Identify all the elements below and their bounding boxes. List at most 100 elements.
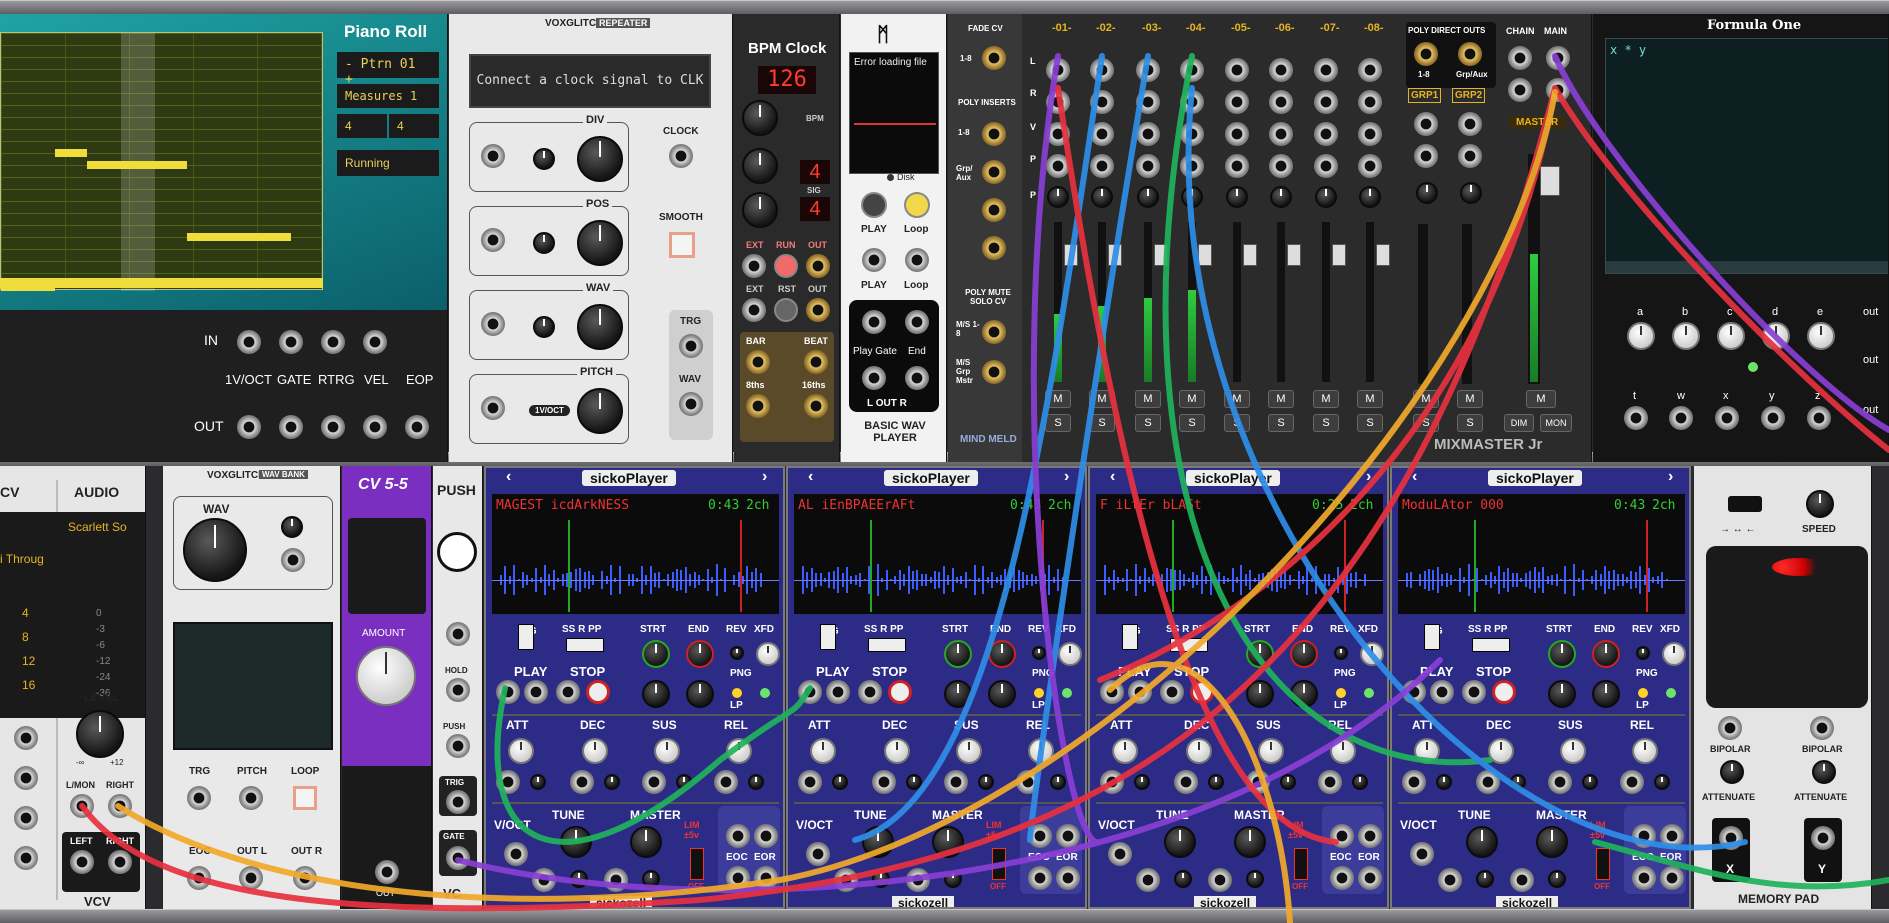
loop-knob-1[interactable] [686,680,714,708]
att-knob-4[interactable] [1414,738,1440,764]
ch6-jack-3[interactable] [1269,122,1293,146]
rel-knob-1[interactable] [726,738,752,764]
tune-knob-1[interactable] [560,826,592,858]
cv-jack-1[interactable] [14,726,38,750]
insert-grp-return-jack[interactable] [982,236,1006,260]
channel-label-3[interactable]: -03- [1142,22,1162,34]
ch7-jack-2[interactable] [1314,90,1338,114]
gate-out-jack[interactable] [446,846,470,870]
xfd-knob-1[interactable] [756,642,780,666]
play-jack-3[interactable] [1100,680,1124,704]
tune-atten-knob-2[interactable] [872,870,890,888]
eor-jack-2[interactable] [1056,866,1080,890]
sus-cv-jack-3[interactable] [1246,770,1270,794]
voct-jack-1[interactable] [504,842,528,866]
lp-led-1[interactable] [732,688,742,698]
sus-cv-knob-2[interactable] [978,774,994,790]
chain-l-jack[interactable] [1508,46,1532,70]
out-rtrg-jack[interactable] [321,415,345,439]
att-knob-1[interactable] [508,738,534,764]
master-knob-4[interactable] [1536,826,1568,858]
chain-r-jack[interactable] [1508,78,1532,102]
run-out-jack[interactable] [806,254,830,278]
fade-cv-jack[interactable] [982,46,1006,70]
beat-jack[interactable] [804,350,828,374]
att-cv-jack-3[interactable] [1100,770,1124,794]
png-led-1[interactable] [760,688,770,698]
ch1-pan-knob[interactable] [1047,186,1069,208]
sus-cv-knob-4[interactable] [1582,774,1598,790]
trig-out-jack[interactable] [446,790,470,814]
time-sig-a[interactable]: 4 [337,114,387,138]
ch3-jack-3[interactable] [1136,122,1160,146]
out-l-jack-4[interactable] [1632,824,1656,848]
play-jack-2[interactable] [798,680,822,704]
grp2-solo-button[interactable]: S [1457,414,1483,432]
ch7-solo-button[interactable]: S [1313,414,1339,432]
rel-cv-knob-2[interactable] [1050,774,1066,790]
rev-button-3[interactable] [1334,646,1348,660]
next-file-icon-2[interactable]: › [1064,468,1069,486]
tune-cv-jack-3[interactable] [1136,868,1160,892]
ch6-solo-button[interactable]: S [1268,414,1294,432]
dec-cv-jack-2[interactable] [872,770,896,794]
voct-jack-4[interactable] [1410,842,1434,866]
ss-switch-2[interactable] [868,638,906,652]
stop-jack-2[interactable] [858,680,882,704]
ss-switch-4[interactable] [1472,638,1510,652]
rel-cv-knob-1[interactable] [748,774,764,790]
att-cv-jack-2[interactable] [798,770,822,794]
att-cv-jack-4[interactable] [1402,770,1426,794]
sus-knob-4[interactable] [1560,738,1586,764]
att-knob-2[interactable] [810,738,836,764]
grp2-pan-knob[interactable] [1460,182,1482,204]
prev-file-icon-2[interactable]: ‹ [808,468,813,486]
ch3-jack-2[interactable] [1136,90,1160,114]
dec-knob-3[interactable] [1186,738,1212,764]
rel-cv-jack-1[interactable] [714,770,738,794]
ms-18-jack[interactable] [982,320,1006,344]
sus-knob-1[interactable] [654,738,680,764]
ch2-fader[interactable] [1108,244,1122,266]
ch6-pan-knob[interactable] [1270,186,1292,208]
att-cv-knob-2[interactable] [832,774,848,790]
play-jack-4[interactable] [1402,680,1426,704]
ch5-jack-1[interactable] [1225,58,1249,82]
tune-cv-jack-4[interactable] [1438,868,1462,892]
ch8-mute-button[interactable]: M [1357,390,1383,408]
sig-bottom-knob[interactable] [742,192,778,228]
loop-button[interactable] [904,192,930,218]
ch3-solo-button[interactable]: S [1135,414,1161,432]
ch1-jack-1[interactable] [1046,58,1070,82]
png-led-3[interactable] [1364,688,1374,698]
voct-jack-3[interactable] [1108,842,1132,866]
cue-knob-2[interactable] [944,680,972,708]
voct-jack-2[interactable] [806,842,830,866]
wavbank-pitch-jack[interactable] [239,786,263,810]
master-atten-knob-4[interactable] [1548,870,1566,888]
cv55-out-jack[interactable] [375,860,399,884]
ch4-jack-1[interactable] [1180,58,1204,82]
stop-jack-4[interactable] [1462,680,1486,704]
ch8-jack-1[interactable] [1358,58,1382,82]
wavbank-outr-jack[interactable] [293,866,317,890]
cv-jack-2[interactable] [14,766,38,790]
ch1-fader[interactable] [1064,244,1078,266]
rel-knob-3[interactable] [1330,738,1356,764]
lp-led-3[interactable] [1336,688,1346,698]
tune-knob-4[interactable] [1466,826,1498,858]
rel-cv-knob-3[interactable] [1352,774,1368,790]
ch7-jack-4[interactable] [1314,154,1338,178]
master-atten-knob-2[interactable] [944,870,962,888]
eoc-jack-1[interactable] [726,866,750,890]
x-cv-jack[interactable] [1718,716,1742,740]
div-cv-jack[interactable] [481,144,505,168]
hold-out-jack[interactable] [446,678,470,702]
dec-knob-1[interactable] [582,738,608,764]
ch2-jack-2[interactable] [1090,90,1114,114]
ss-switch-1[interactable] [566,638,604,652]
out-r-jack-1[interactable] [754,824,778,848]
lim-switch-1[interactable] [690,848,704,880]
grp1-solo-button[interactable]: S [1413,414,1439,432]
loop-knob-4[interactable] [1592,680,1620,708]
